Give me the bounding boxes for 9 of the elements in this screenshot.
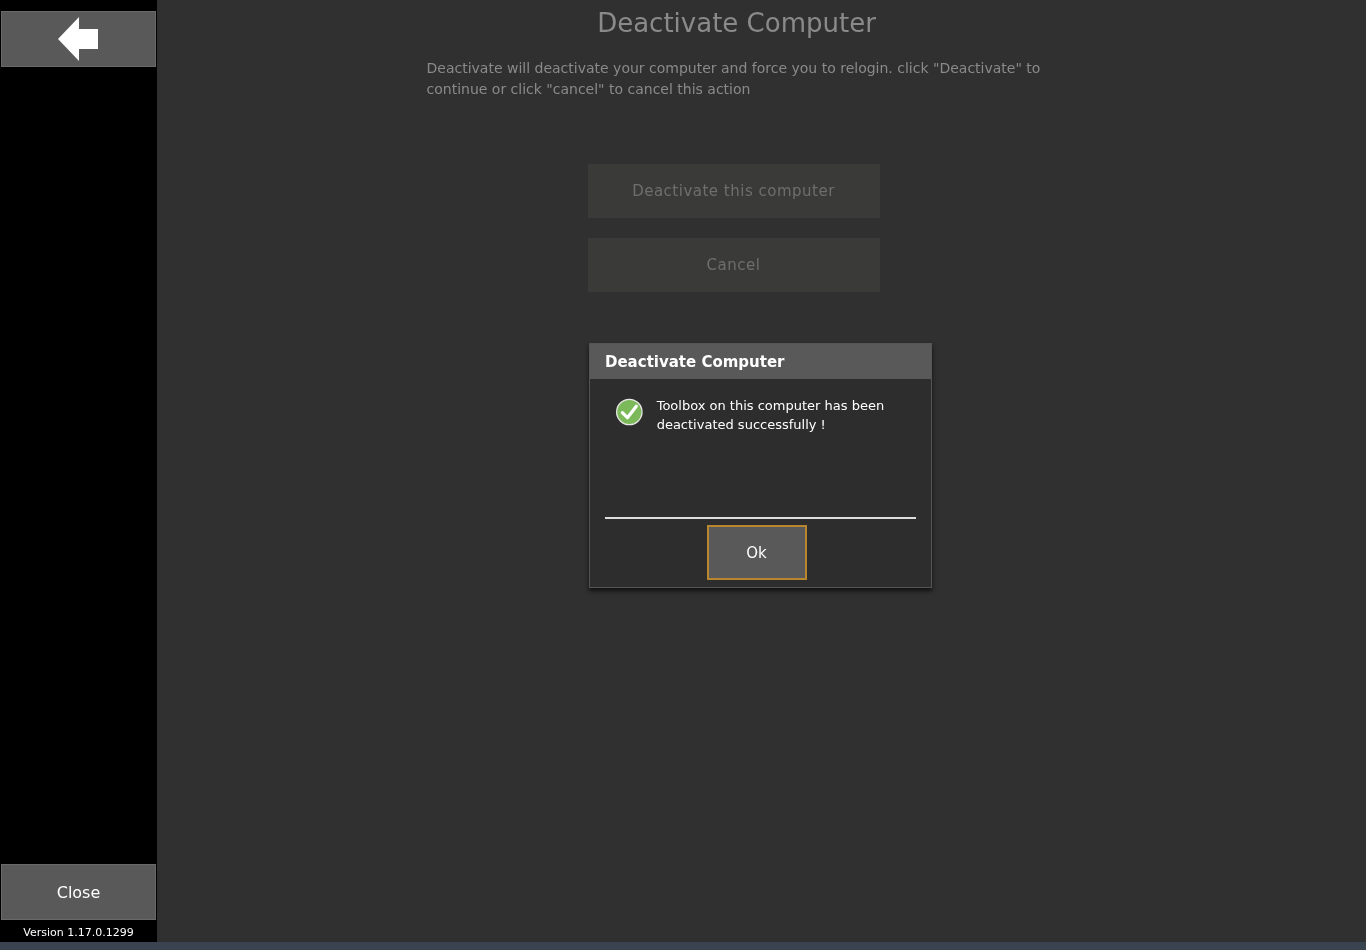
version-label: Version 1.17.0.1299 bbox=[23, 925, 134, 941]
back-arrow-icon bbox=[57, 17, 100, 61]
back-button[interactable] bbox=[1, 11, 156, 67]
page-title: Deactivate Computer bbox=[597, 8, 876, 38]
close-button[interactable]: Close bbox=[1, 864, 156, 920]
ok-button[interactable]: Ok bbox=[706, 525, 807, 580]
description-text: Deactivate will deactivate your computer and force you to relogin. click "Deactivate" to continue or click "cancel" to cancel this action bbox=[426, 59, 1042, 99]
dialog-title: Deactivate Computer bbox=[590, 344, 931, 379]
dialog-message: Toolbox on this computer has been deactivated successfully ! bbox=[656, 397, 886, 434]
